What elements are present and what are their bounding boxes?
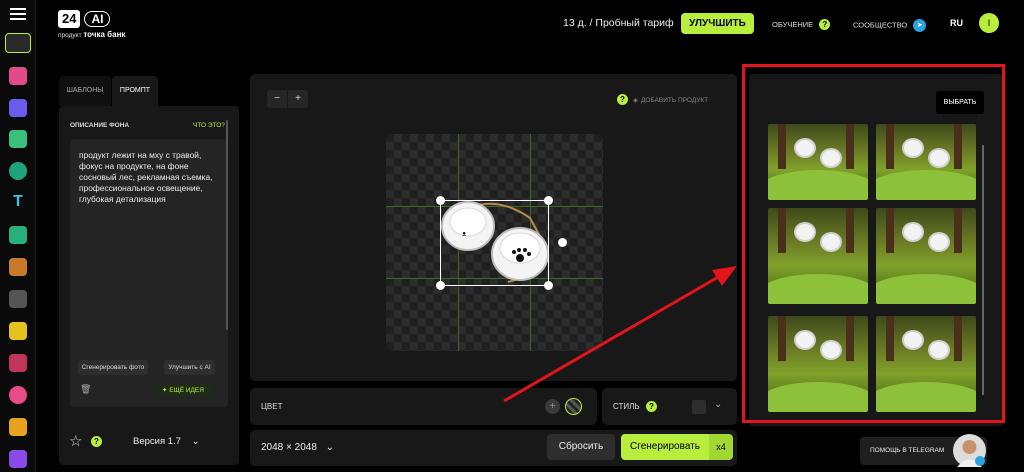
openai-icon[interactable] <box>9 162 27 180</box>
left-toolbar: T <box>0 0 36 472</box>
version-label: Версия 1.7 <box>133 436 181 447</box>
language-selector[interactable]: RU <box>950 18 963 28</box>
menu-icon-bar <box>10 13 26 15</box>
crop-icon[interactable] <box>9 354 27 372</box>
resize-handle[interactable] <box>544 196 553 205</box>
version-selector[interactable]: Версия 1.7 ⌄ <box>133 436 200 447</box>
resize-handle[interactable] <box>544 281 553 290</box>
palette-icon[interactable] <box>9 386 27 404</box>
logo-sub-small: продукт <box>58 32 82 39</box>
highlight-frame <box>742 64 1005 423</box>
logo-ai: AI <box>84 11 111 27</box>
tab-templates[interactable]: ШАБЛОНЫ <box>59 76 111 106</box>
telegram-icon: ➤ <box>913 19 927 32</box>
style-selector[interactable]: СТИЛЬ ? <box>613 401 657 412</box>
version-help-icon[interactable]: ? <box>91 436 102 447</box>
layers-icon: ◈ <box>633 97 638 104</box>
media-icon[interactable] <box>9 450 27 468</box>
person-icon <box>957 440 985 467</box>
learning-label: ОБУЧЕНИЕ <box>772 20 814 29</box>
chevron-down-icon: ⌄ <box>191 436 200 447</box>
resize-handle[interactable] <box>436 281 445 290</box>
size-value: 2048 × 2048 <box>261 442 317 453</box>
help-icon: ? <box>617 94 628 105</box>
upgrade-button[interactable]: УЛУЧШИТЬ <box>681 13 754 34</box>
help-icon: ? <box>645 401 657 412</box>
resize-handle[interactable] <box>436 196 445 205</box>
community-link[interactable]: СООБЩЕСТВО ➤ <box>853 19 927 32</box>
nodes-icon[interactable] <box>5 33 31 53</box>
folder-icon[interactable] <box>9 322 27 340</box>
trial-status[interactable]: 13 д. / Пробный тариф <box>563 17 674 29</box>
prompt-scrollbar[interactable] <box>226 120 228 330</box>
background-description-label: ОПИСАНИЕ ФОНА <box>70 122 130 129</box>
selection-box[interactable] <box>436 196 567 290</box>
add-color-icon[interactable]: + <box>545 399 560 414</box>
help-icon: ? <box>819 19 831 30</box>
image-icon[interactable] <box>9 418 27 436</box>
zoom-in-button[interactable]: + <box>288 90 308 108</box>
more-ideas-label: ЕЩЁ ИДЕЯ <box>169 387 204 394</box>
logo-number: 24 <box>58 10 81 28</box>
learning-link[interactable]: ОБУЧЕНИЕ ? <box>772 19 831 30</box>
size-selector[interactable]: 2048 × 2048 ⌄ <box>261 442 334 453</box>
generate-photo-button[interactable]: Сгенерировать фото <box>78 360 148 375</box>
logo-subtitle: продукт точка банк <box>58 30 125 39</box>
what-is-this-link[interactable]: ЧТО ЭТО? <box>193 122 225 129</box>
transparent-color-swatch[interactable] <box>565 398 582 415</box>
rotate-handle[interactable] <box>558 238 567 247</box>
trash-icon[interactable]: 🗑 <box>80 384 91 395</box>
grid-icon[interactable] <box>9 258 27 276</box>
color-label: ЦВЕТ <box>261 402 283 411</box>
layout-icon[interactable] <box>9 67 27 85</box>
multiplier-button[interactable]: x4 <box>709 434 733 460</box>
logo[interactable]: 24 AI <box>58 10 111 28</box>
video-icon[interactable] <box>9 130 27 148</box>
add-product-button[interactable]: ? ◈ ДОБАВИТЬ ПРОДУКТ <box>617 94 708 105</box>
more-ideas-button[interactable]: ✦ ЕЩЁ ИДЕЯ <box>153 384 213 397</box>
improve-ai-button[interactable]: Улучшить с AI <box>164 360 215 375</box>
sparkle-icon[interactable] <box>9 290 27 308</box>
tab-prompt[interactable]: ПРОМПТ <box>112 76 158 106</box>
star-icon[interactable]: ☆ <box>69 432 82 450</box>
shapes-icon[interactable] <box>9 226 27 244</box>
reset-button[interactable]: Сбросить <box>547 434 615 460</box>
community-label: СООБЩЕСТВО <box>853 20 908 30</box>
style-label: СТИЛЬ <box>613 402 640 411</box>
text-icon[interactable]: T <box>9 193 27 211</box>
user-avatar[interactable]: I <box>979 13 999 33</box>
chevron-down-icon: ⌄ <box>325 442 335 453</box>
support-avatar[interactable] <box>953 434 986 467</box>
prompt-text: продукт лежит на мху с травой, фокус на … <box>79 150 213 204</box>
style-preview-icon[interactable] <box>692 400 706 414</box>
chevron-down-icon[interactable]: ⌄ <box>714 399 722 410</box>
zoom-out-button[interactable]: − <box>267 90 287 108</box>
add-product-label: ДОБАВИТЬ ПРОДУКТ <box>641 97 709 104</box>
text-style-icon[interactable] <box>9 99 27 117</box>
generate-button[interactable]: Сгенерировать <box>621 434 709 460</box>
logo-sub-bold: точка банк <box>83 30 126 39</box>
